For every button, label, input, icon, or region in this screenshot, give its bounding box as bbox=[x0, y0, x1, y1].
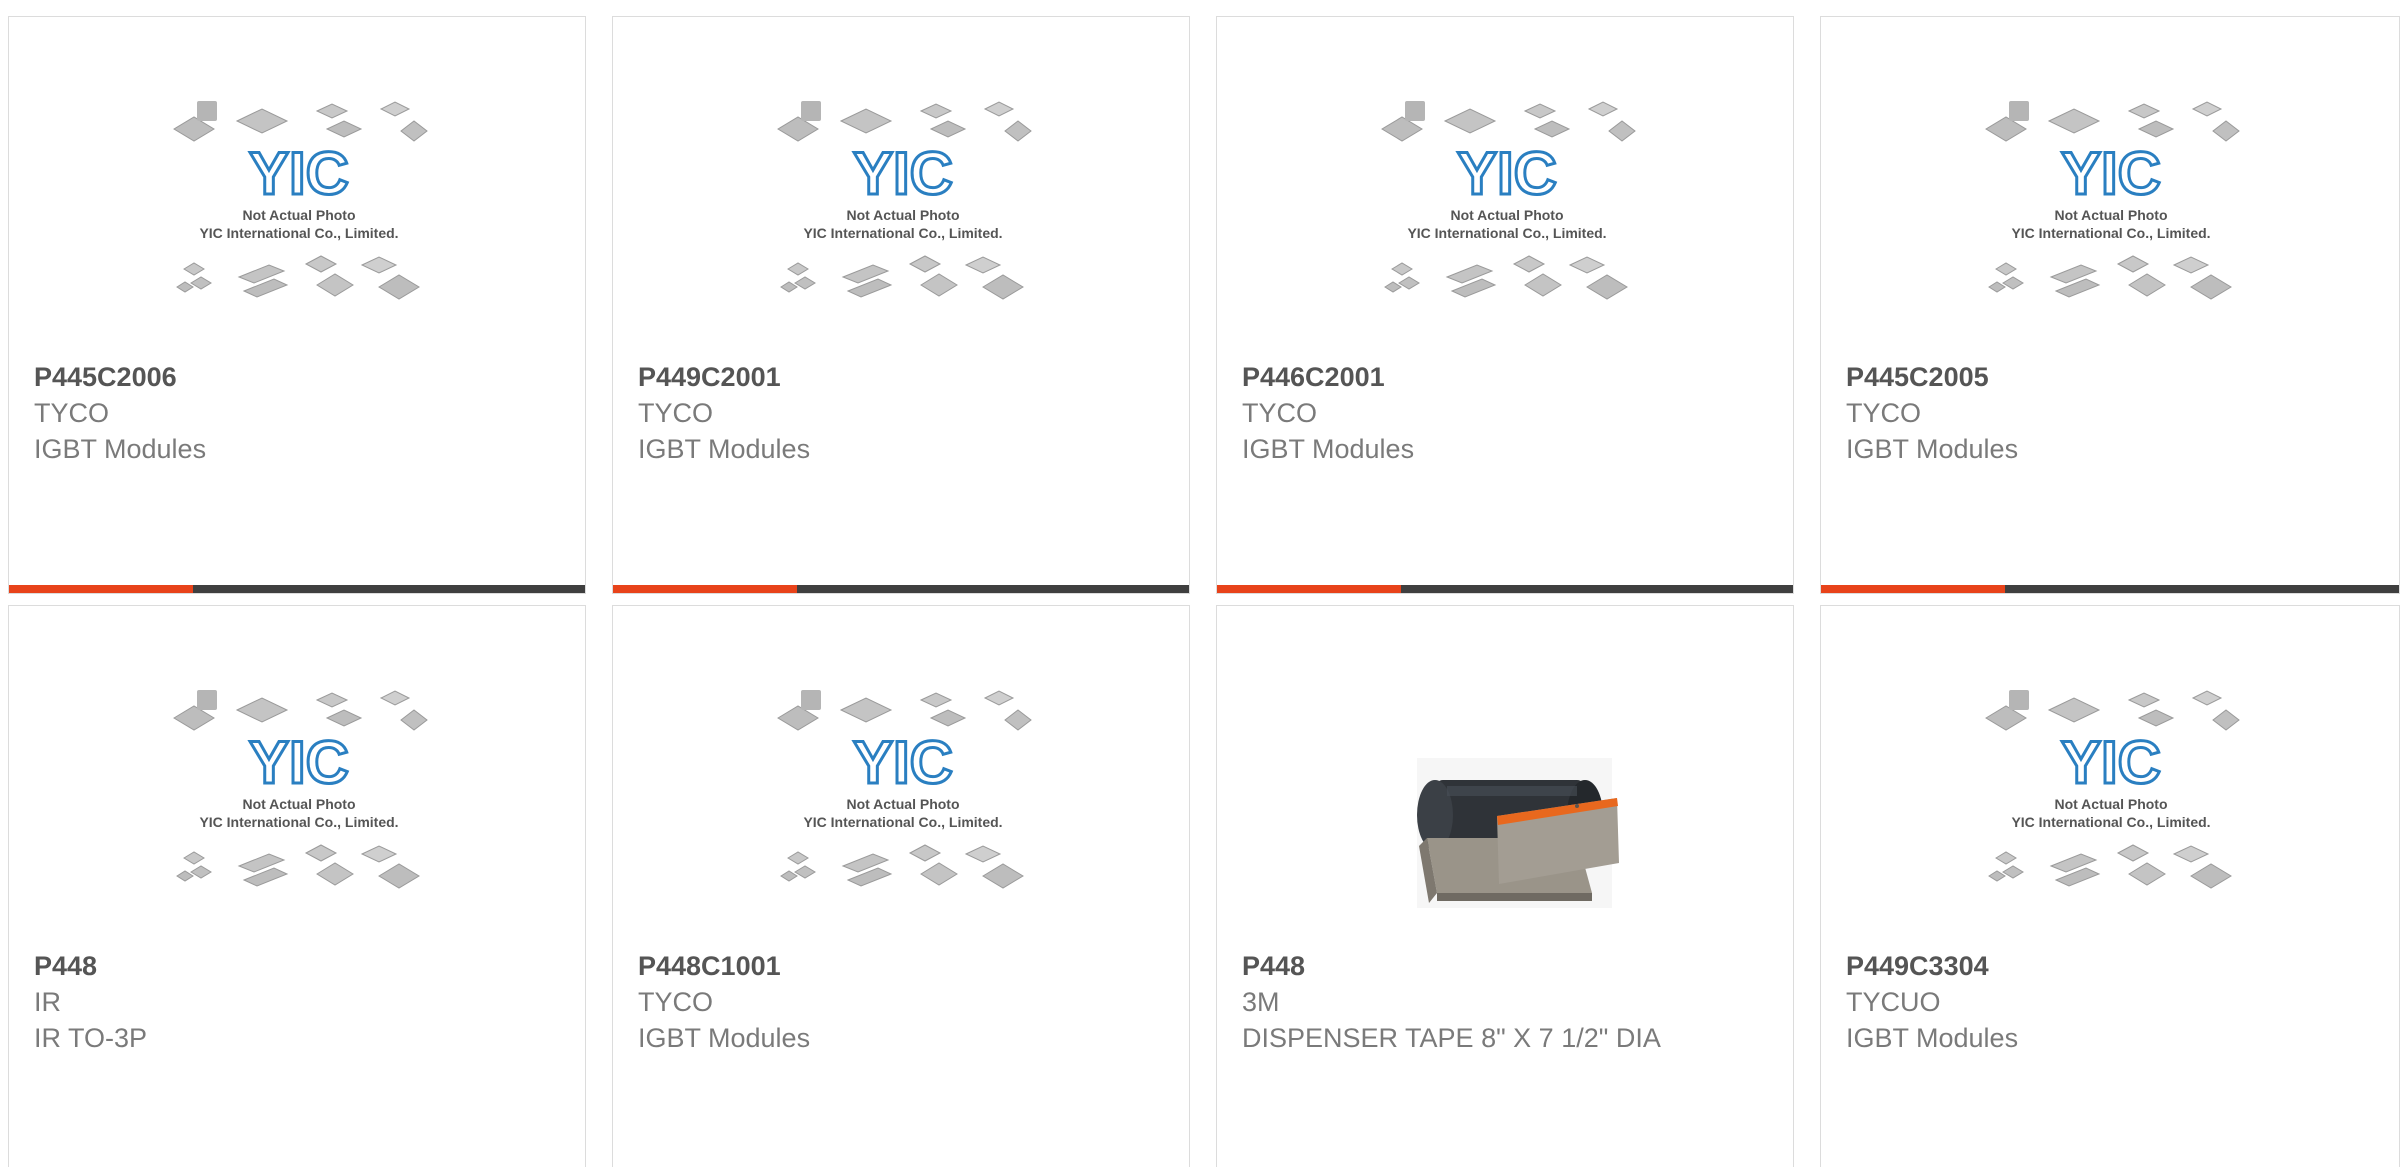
placeholder-caption-2: YIC International Co., Limited. bbox=[803, 225, 1002, 241]
brand-name: 3M bbox=[1242, 987, 1280, 1017]
placeholder-caption-2: YIC International Co., Limited. bbox=[2011, 814, 2210, 830]
placeholder-image: YIC Not Actual Photo YIC International Co.… bbox=[1981, 688, 2241, 938]
brand-name: TYCO bbox=[1242, 398, 1318, 428]
product-description: IGBT Modules bbox=[1846, 1023, 2019, 1053]
brand-name: TYCO bbox=[638, 398, 714, 428]
placeholder-caption-1: Not Actual Photo bbox=[2054, 207, 2167, 223]
card-footer-bar bbox=[1217, 585, 1793, 593]
yic-logo-mark: YIC bbox=[1457, 140, 1557, 207]
yic-logo-mark: YIC bbox=[249, 140, 349, 207]
card-footer-bar bbox=[9, 585, 585, 593]
card-footer-bar bbox=[613, 585, 1189, 593]
placeholder-caption-2: YIC International Co., Limited. bbox=[199, 814, 398, 830]
product-card[interactable]: YIC Not Actual Photo YIC International Co.… bbox=[612, 16, 1190, 594]
yic-logo-mark: YIC bbox=[853, 140, 953, 207]
part-number[interactable]: P446C2001 bbox=[1242, 359, 1768, 395]
brand-name: TYCO bbox=[1846, 398, 1922, 428]
product-description: IGBT Modules bbox=[638, 434, 811, 464]
placeholder-caption-1: Not Actual Photo bbox=[846, 207, 959, 223]
placeholder-image: YIC Not Actual Photo YIC International Co.… bbox=[773, 688, 1033, 938]
yic-logo-mark: YIC bbox=[2061, 729, 2161, 796]
card-accent-bar bbox=[1821, 585, 2005, 593]
placeholder-caption-1: Not Actual Photo bbox=[2054, 796, 2167, 812]
product-description: IR TO-3P bbox=[34, 1023, 148, 1053]
placeholder-caption-2: YIC International Co., Limited. bbox=[1407, 225, 1606, 241]
product-card[interactable]: YIC Not Actual Photo YIC International Co.… bbox=[1820, 605, 2400, 1167]
placeholder-graphic: YICNot Actual Photo YIC International Co.… bbox=[173, 101, 428, 300]
placeholder-image: YIC Not Actual Photo YIC International Co.… bbox=[773, 99, 1033, 349]
placeholder-image: YIC Not Actual Photo YIC International Co.… bbox=[1981, 99, 2241, 349]
card-accent-bar bbox=[9, 585, 193, 593]
tape-dispenser-image bbox=[1377, 688, 1637, 938]
part-number[interactable]: P449C3304 bbox=[1846, 948, 2374, 984]
product-card[interactable]: YIC Not Actual Photo YIC International Co.… bbox=[1820, 16, 2400, 594]
placeholder-image: YIC Not Actual Photo YIC International Co.… bbox=[1377, 99, 1637, 349]
placeholder-caption-2: YIC International Co., Limited. bbox=[199, 225, 398, 241]
brand-name: IR bbox=[34, 987, 61, 1017]
placeholder-graphic: YICNot Actual Photo YIC International Co.… bbox=[1381, 101, 1636, 300]
placeholder-caption-2: YIC International Co., Limited. bbox=[2011, 225, 2210, 241]
part-number[interactable]: P445C2006 bbox=[34, 359, 560, 395]
placeholder-image: YIC Not Actual Photo YIC International Co.… bbox=[169, 688, 429, 938]
product-card[interactable]: YIC Not Actual Photo YIC International Co.… bbox=[8, 605, 586, 1167]
placeholder-graphic: YICNot Actual Photo YIC International Co.… bbox=[173, 690, 428, 889]
brand-name: TYCUO bbox=[1846, 987, 1941, 1017]
card-footer-bar bbox=[1821, 585, 2399, 593]
product-card[interactable]: YIC Not Actual Photo YIC International Co.… bbox=[1216, 16, 1794, 594]
placeholder-graphic: YICNot Actual Photo YIC International Co.… bbox=[777, 101, 1032, 300]
brand-name: TYCO bbox=[638, 987, 714, 1017]
placeholder-caption-1: Not Actual Photo bbox=[1450, 207, 1563, 223]
part-number[interactable]: P448 bbox=[34, 948, 560, 984]
placeholder-caption-1: Not Actual Photo bbox=[242, 207, 355, 223]
product-grid: YIC Not Actual Photo YIC International Co.… bbox=[0, 0, 2400, 1167]
product-card[interactable]: YIC Not Actual Photo YIC International Co.… bbox=[612, 605, 1190, 1167]
brand-name: TYCO bbox=[34, 398, 110, 428]
product-description: DISPENSER TAPE 8" X 7 1/2" DIA bbox=[1242, 1023, 1661, 1053]
card-accent-bar bbox=[1217, 585, 1401, 593]
placeholder-graphic: YICNot Actual Photo YIC International Co.… bbox=[1985, 101, 2240, 300]
product-card[interactable]: YIC Not Actual Photo YIC International Co.… bbox=[8, 16, 586, 594]
part-number[interactable]: P448C1001 bbox=[638, 948, 1164, 984]
product-description: IGBT Modules bbox=[34, 434, 207, 464]
yic-logo-mark: YIC bbox=[249, 729, 349, 796]
placeholder-caption-2: YIC International Co., Limited. bbox=[803, 814, 1002, 830]
placeholder-caption-1: Not Actual Photo bbox=[242, 796, 355, 812]
part-number[interactable]: P445C2005 bbox=[1846, 359, 2374, 395]
product-card[interactable]: P448 3M DISPENSER TAPE 8" X 7 1/2" DIA bbox=[1216, 605, 1794, 1167]
product-description: IGBT Modules bbox=[638, 1023, 811, 1053]
yic-logo-mark: YIC bbox=[2061, 140, 2161, 207]
placeholder-image: YIC Not Actual Photo YIC International Co.… bbox=[169, 99, 429, 349]
placeholder-caption-1: Not Actual Photo bbox=[846, 796, 959, 812]
placeholder-graphic: YICNot Actual Photo YIC International Co.… bbox=[1985, 690, 2240, 889]
placeholder-graphic: YICNot Actual Photo YIC International Co.… bbox=[777, 690, 1032, 889]
product-description: IGBT Modules bbox=[1242, 434, 1415, 464]
part-number[interactable]: P448 bbox=[1242, 948, 1768, 984]
part-number[interactable]: P449C2001 bbox=[638, 359, 1164, 395]
product-description: IGBT Modules bbox=[1846, 434, 2019, 464]
card-accent-bar bbox=[613, 585, 797, 593]
yic-logo-mark: YIC bbox=[853, 729, 953, 796]
